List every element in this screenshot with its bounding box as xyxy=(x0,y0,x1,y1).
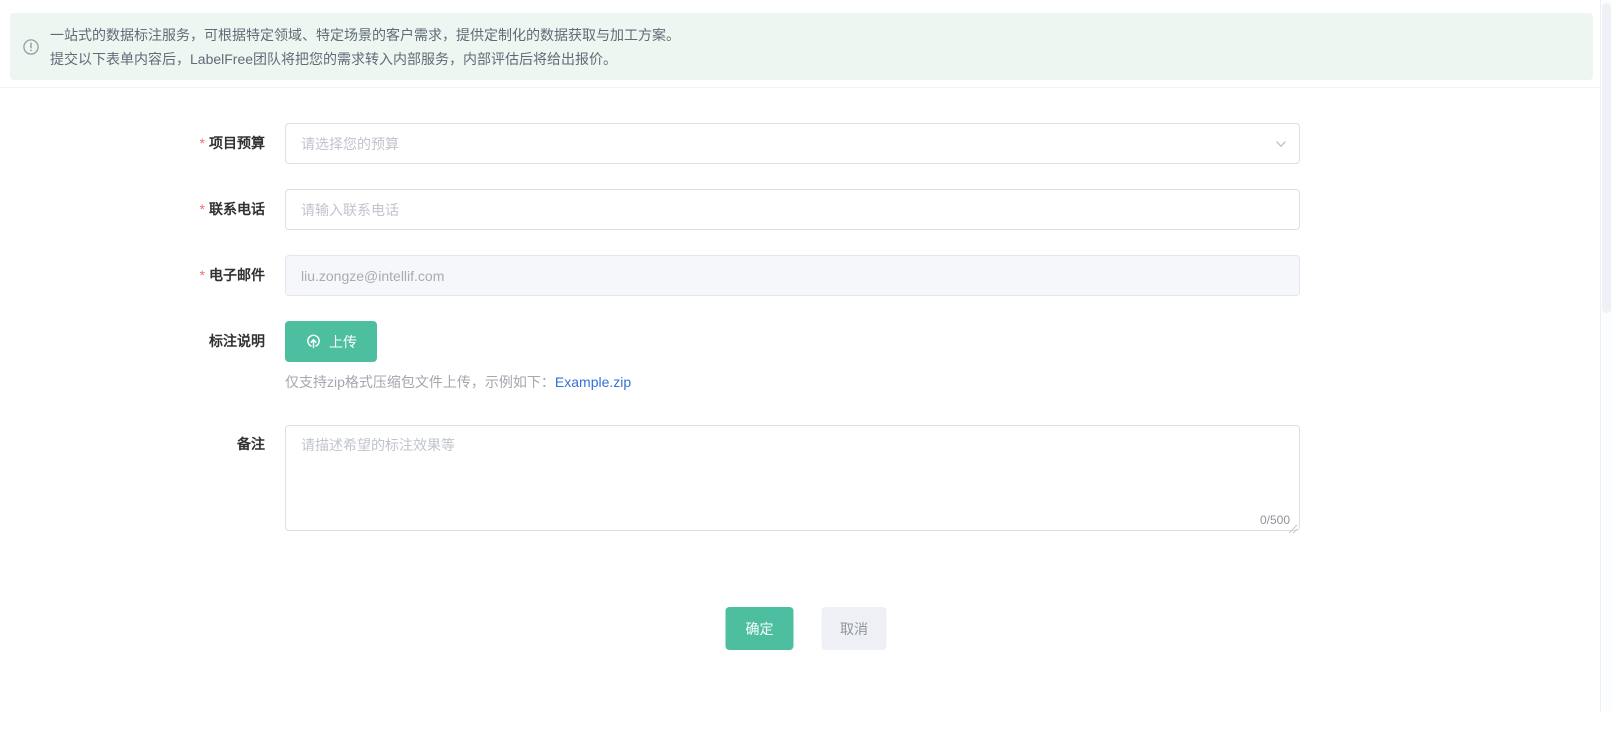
email-label: * 电子邮件 xyxy=(199,267,265,283)
phone-input[interactable] xyxy=(285,189,1300,230)
required-asterisk: * xyxy=(199,267,205,283)
confirm-button[interactable]: 确定 xyxy=(725,607,794,650)
example-zip-link[interactable]: Example.zip xyxy=(555,374,631,390)
form-row-budget: * 项目预算 xyxy=(0,123,1310,164)
phone-label: * 联系电话 xyxy=(199,201,265,217)
remark-label: 备注 xyxy=(237,436,265,452)
form-row-email: * 电子邮件 xyxy=(0,255,1310,296)
upload-button[interactable]: 上传 xyxy=(285,321,377,362)
banner-text: 一站式的数据标注服务，可根据特定领域、特定场景的客户需求，提供定制化的数据获取与… xyxy=(50,23,680,71)
budget-select[interactable] xyxy=(285,123,1300,164)
email-field xyxy=(285,255,1300,296)
upload-icon xyxy=(307,334,320,349)
footer-actions: 确定 取消 xyxy=(725,607,887,650)
upload-button-label: 上传 xyxy=(329,333,357,350)
vertical-scrollbar[interactable] xyxy=(1600,0,1612,712)
required-asterisk: * xyxy=(199,201,205,217)
info-banner: 一站式的数据标注服务，可根据特定领域、特定场景的客户需求，提供定制化的数据获取与… xyxy=(10,13,1593,80)
budget-select-input[interactable] xyxy=(285,123,1300,164)
banner-line-2: 提交以下表单内容后，LabelFree团队将把您的需求转入内部服务，内部评估后将… xyxy=(50,50,618,67)
required-asterisk: * xyxy=(199,135,205,151)
budget-label: * 项目预算 xyxy=(199,135,265,151)
info-circle-icon xyxy=(23,38,39,55)
scrollbar-thumb[interactable] xyxy=(1602,3,1611,313)
form-row-phone: * 联系电话 xyxy=(0,189,1310,230)
form-row-upload: 标注说明 上传 xyxy=(0,321,1310,362)
cancel-button[interactable]: 取消 xyxy=(821,607,887,650)
upload-label: 标注说明 xyxy=(209,333,265,349)
remark-textarea[interactable] xyxy=(285,425,1300,531)
banner-line-1: 一站式的数据标注服务，可根据特定领域、特定场景的客户需求，提供定制化的数据获取与… xyxy=(50,26,680,43)
upload-helper-text: 仅支持zip格式压缩包文件上传，示例如下：Example.zip xyxy=(285,374,632,390)
form-row-remark: 备注 0/500 xyxy=(0,425,1310,536)
char-counter: 0/500 xyxy=(1259,513,1290,527)
resize-handle-icon[interactable] xyxy=(1288,524,1298,534)
section-divider xyxy=(0,87,1612,88)
